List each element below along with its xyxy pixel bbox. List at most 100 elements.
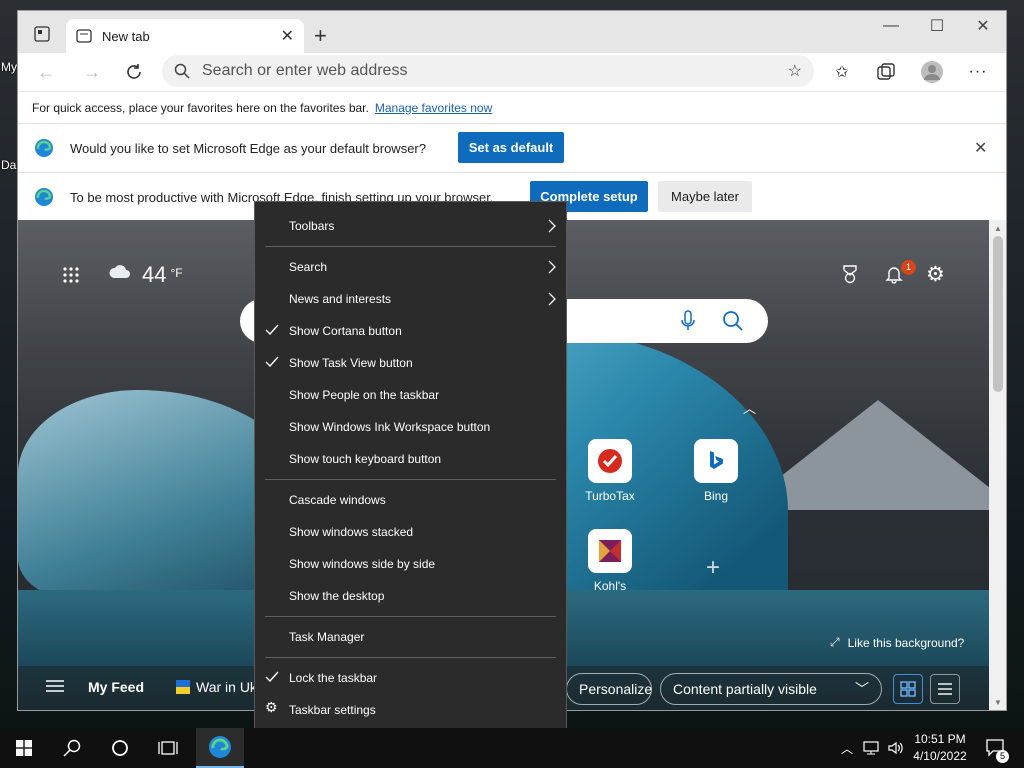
close-tab-icon[interactable]: ✕ — [281, 26, 294, 46]
quick-link-kohls[interactable] — [588, 529, 632, 573]
chevron-right-icon — [548, 292, 556, 306]
close-window-button[interactable]: ✕ — [960, 11, 1006, 41]
refresh-icon — [127, 64, 141, 79]
my-feed-tab[interactable]: My Feed — [88, 679, 144, 695]
network-icon[interactable] — [860, 728, 884, 768]
grid-icon — [900, 681, 916, 697]
set-as-default-button[interactable]: Set as default — [458, 132, 564, 163]
rewards-icon[interactable] — [840, 264, 860, 287]
weather-widget[interactable]: 44 °F — [108, 262, 183, 288]
menu-separator — [265, 479, 556, 480]
tab-actions-icon[interactable] — [34, 26, 50, 45]
menu-item-show-ink-workspace[interactable]: Show Windows Ink Workspace button — [255, 411, 566, 443]
menu-item-label: Search — [289, 260, 328, 274]
menu-item-label: Taskbar settings — [289, 703, 376, 717]
menu-item-task-manager[interactable]: Task Manager — [255, 621, 566, 653]
notification-badge: 1 — [901, 260, 916, 275]
default-browser-infobar: Would you like to set Microsoft Edge as … — [18, 123, 1006, 172]
menu-item-cascade-windows[interactable]: Cascade windows — [255, 484, 566, 516]
apps-launcher-icon[interactable] — [62, 266, 80, 287]
add-shortcut-icon[interactable]: + — [706, 554, 720, 582]
action-center-button[interactable] — [978, 728, 1014, 768]
desktop-icon-label[interactable]: Da — [1, 158, 16, 172]
menu-item-label: Show People on the taskbar — [289, 388, 440, 402]
list-view-button[interactable] — [930, 674, 960, 704]
back-button[interactable]: ← — [32, 58, 60, 86]
menu-item-show-cortana[interactable]: Show Cortana button — [255, 315, 566, 347]
menu-item-search[interactable]: Search — [255, 251, 566, 283]
edge-taskbar-button[interactable] — [196, 728, 244, 768]
new-tab-button[interactable]: + — [314, 23, 327, 49]
search-taskbar-button[interactable] — [48, 728, 96, 768]
quick-link-label: TurboTax — [585, 489, 635, 503]
page-scrollbar[interactable]: ▲ ▼ — [989, 220, 1006, 710]
toolbar: ← → ☆ ✩ ··· — [18, 53, 1006, 91]
war-in-ukraine-tab[interactable]: War in Uk — [196, 679, 257, 695]
content-visibility-select[interactable]: Content partially visible ﹀ — [660, 673, 882, 705]
menu-item-show-touch-keyboard[interactable]: Show touch keyboard button — [255, 443, 566, 475]
microphone-icon[interactable] — [680, 310, 696, 335]
task-view-icon — [158, 741, 178, 755]
menu-item-news-and-interests[interactable]: News and interests — [255, 283, 566, 315]
checkmark-icon — [265, 324, 279, 336]
menu-item-windows-stacked[interactable]: Show windows stacked — [255, 516, 566, 548]
forward-button[interactable]: → — [78, 58, 106, 86]
maybe-later-button[interactable]: Maybe later — [658, 181, 752, 212]
search-icon[interactable] — [722, 310, 744, 335]
turbotax-logo-icon — [598, 449, 622, 473]
scroll-up-icon[interactable]: ▲ — [994, 224, 1002, 233]
page-settings-icon[interactable]: ⚙ — [926, 262, 945, 287]
address-bar[interactable]: ☆ — [162, 55, 814, 87]
like-background-link[interactable]: ⤢ Like this background? — [830, 635, 964, 650]
task-view-button[interactable] — [144, 728, 192, 768]
windows-logo-icon — [16, 740, 32, 756]
close-infobar-icon[interactable]: ✕ — [974, 138, 987, 158]
maximize-button[interactable]: ☐ — [914, 11, 960, 41]
menu-item-show-task-view[interactable]: Show Task View button — [255, 347, 566, 379]
menu-item-label: Lock the taskbar — [289, 671, 378, 685]
menu-item-windows-side-by-side[interactable]: Show windows side by side — [255, 548, 566, 580]
feed-menu-icon[interactable] — [46, 679, 64, 696]
volume-icon[interactable] — [884, 728, 908, 768]
scroll-down-icon[interactable]: ▼ — [994, 698, 1002, 707]
collections-button[interactable] — [872, 58, 900, 86]
edge-logo-icon — [35, 188, 53, 206]
quick-link-turbotax[interactable] — [588, 439, 632, 483]
clock-time: 10:51 PM — [914, 732, 966, 746]
menu-item-taskbar-settings[interactable]: ⚙ Taskbar settings — [255, 694, 566, 726]
cortana-button[interactable] — [96, 728, 144, 768]
scrollbar-thumb[interactable] — [993, 236, 1003, 392]
menu-item-show-desktop[interactable]: Show the desktop — [255, 580, 566, 612]
manage-favorites-link[interactable]: Manage favorites now — [375, 101, 492, 115]
cortana-icon — [112, 740, 128, 756]
menu-item-label: Show the desktop — [289, 589, 385, 603]
taskbar-clock[interactable]: 10:51 PM 4/10/2022 — [910, 731, 970, 765]
desktop-icon-label[interactable]: My — [1, 60, 17, 74]
checkmark-icon — [265, 356, 279, 368]
start-button[interactable] — [0, 728, 48, 768]
menu-item-show-people[interactable]: Show People on the taskbar — [255, 379, 566, 411]
menu-item-label: Show windows stacked — [289, 525, 414, 539]
menu-item-label: News and interests — [289, 292, 392, 306]
grid-view-button[interactable] — [893, 674, 923, 704]
quick-link-bing[interactable] — [694, 439, 738, 483]
address-input[interactable] — [202, 62, 762, 80]
content-visibility-value: Content partially visible — [673, 681, 817, 697]
menu-separator — [265, 246, 556, 247]
refresh-button[interactable] — [120, 58, 148, 86]
personalize-button[interactable]: Personalize — [566, 673, 652, 705]
menu-item-label: Show Windows Ink Workspace button — [289, 420, 491, 434]
minimize-button[interactable]: — — [868, 11, 914, 41]
like-background-text: Like this background? — [847, 635, 965, 650]
favorites-button[interactable]: ✩ — [828, 58, 856, 86]
menu-item-toolbars[interactable]: Toolbars — [255, 210, 566, 242]
menu-item-lock-taskbar[interactable]: Lock the taskbar — [255, 662, 566, 694]
quick-link-label: Kohl's — [593, 579, 627, 593]
collapse-tiles-icon[interactable]: ︿ — [743, 398, 756, 417]
profile-button[interactable] — [918, 58, 946, 86]
add-favorite-icon[interactable]: ☆ — [788, 61, 802, 81]
tab-new-tab[interactable]: New tab ✕ — [66, 19, 304, 53]
show-hidden-icons-button[interactable]: ︿ — [836, 728, 858, 768]
menu-item-label: Show Cortana button — [289, 324, 402, 338]
settings-more-button[interactable]: ··· — [964, 58, 992, 86]
